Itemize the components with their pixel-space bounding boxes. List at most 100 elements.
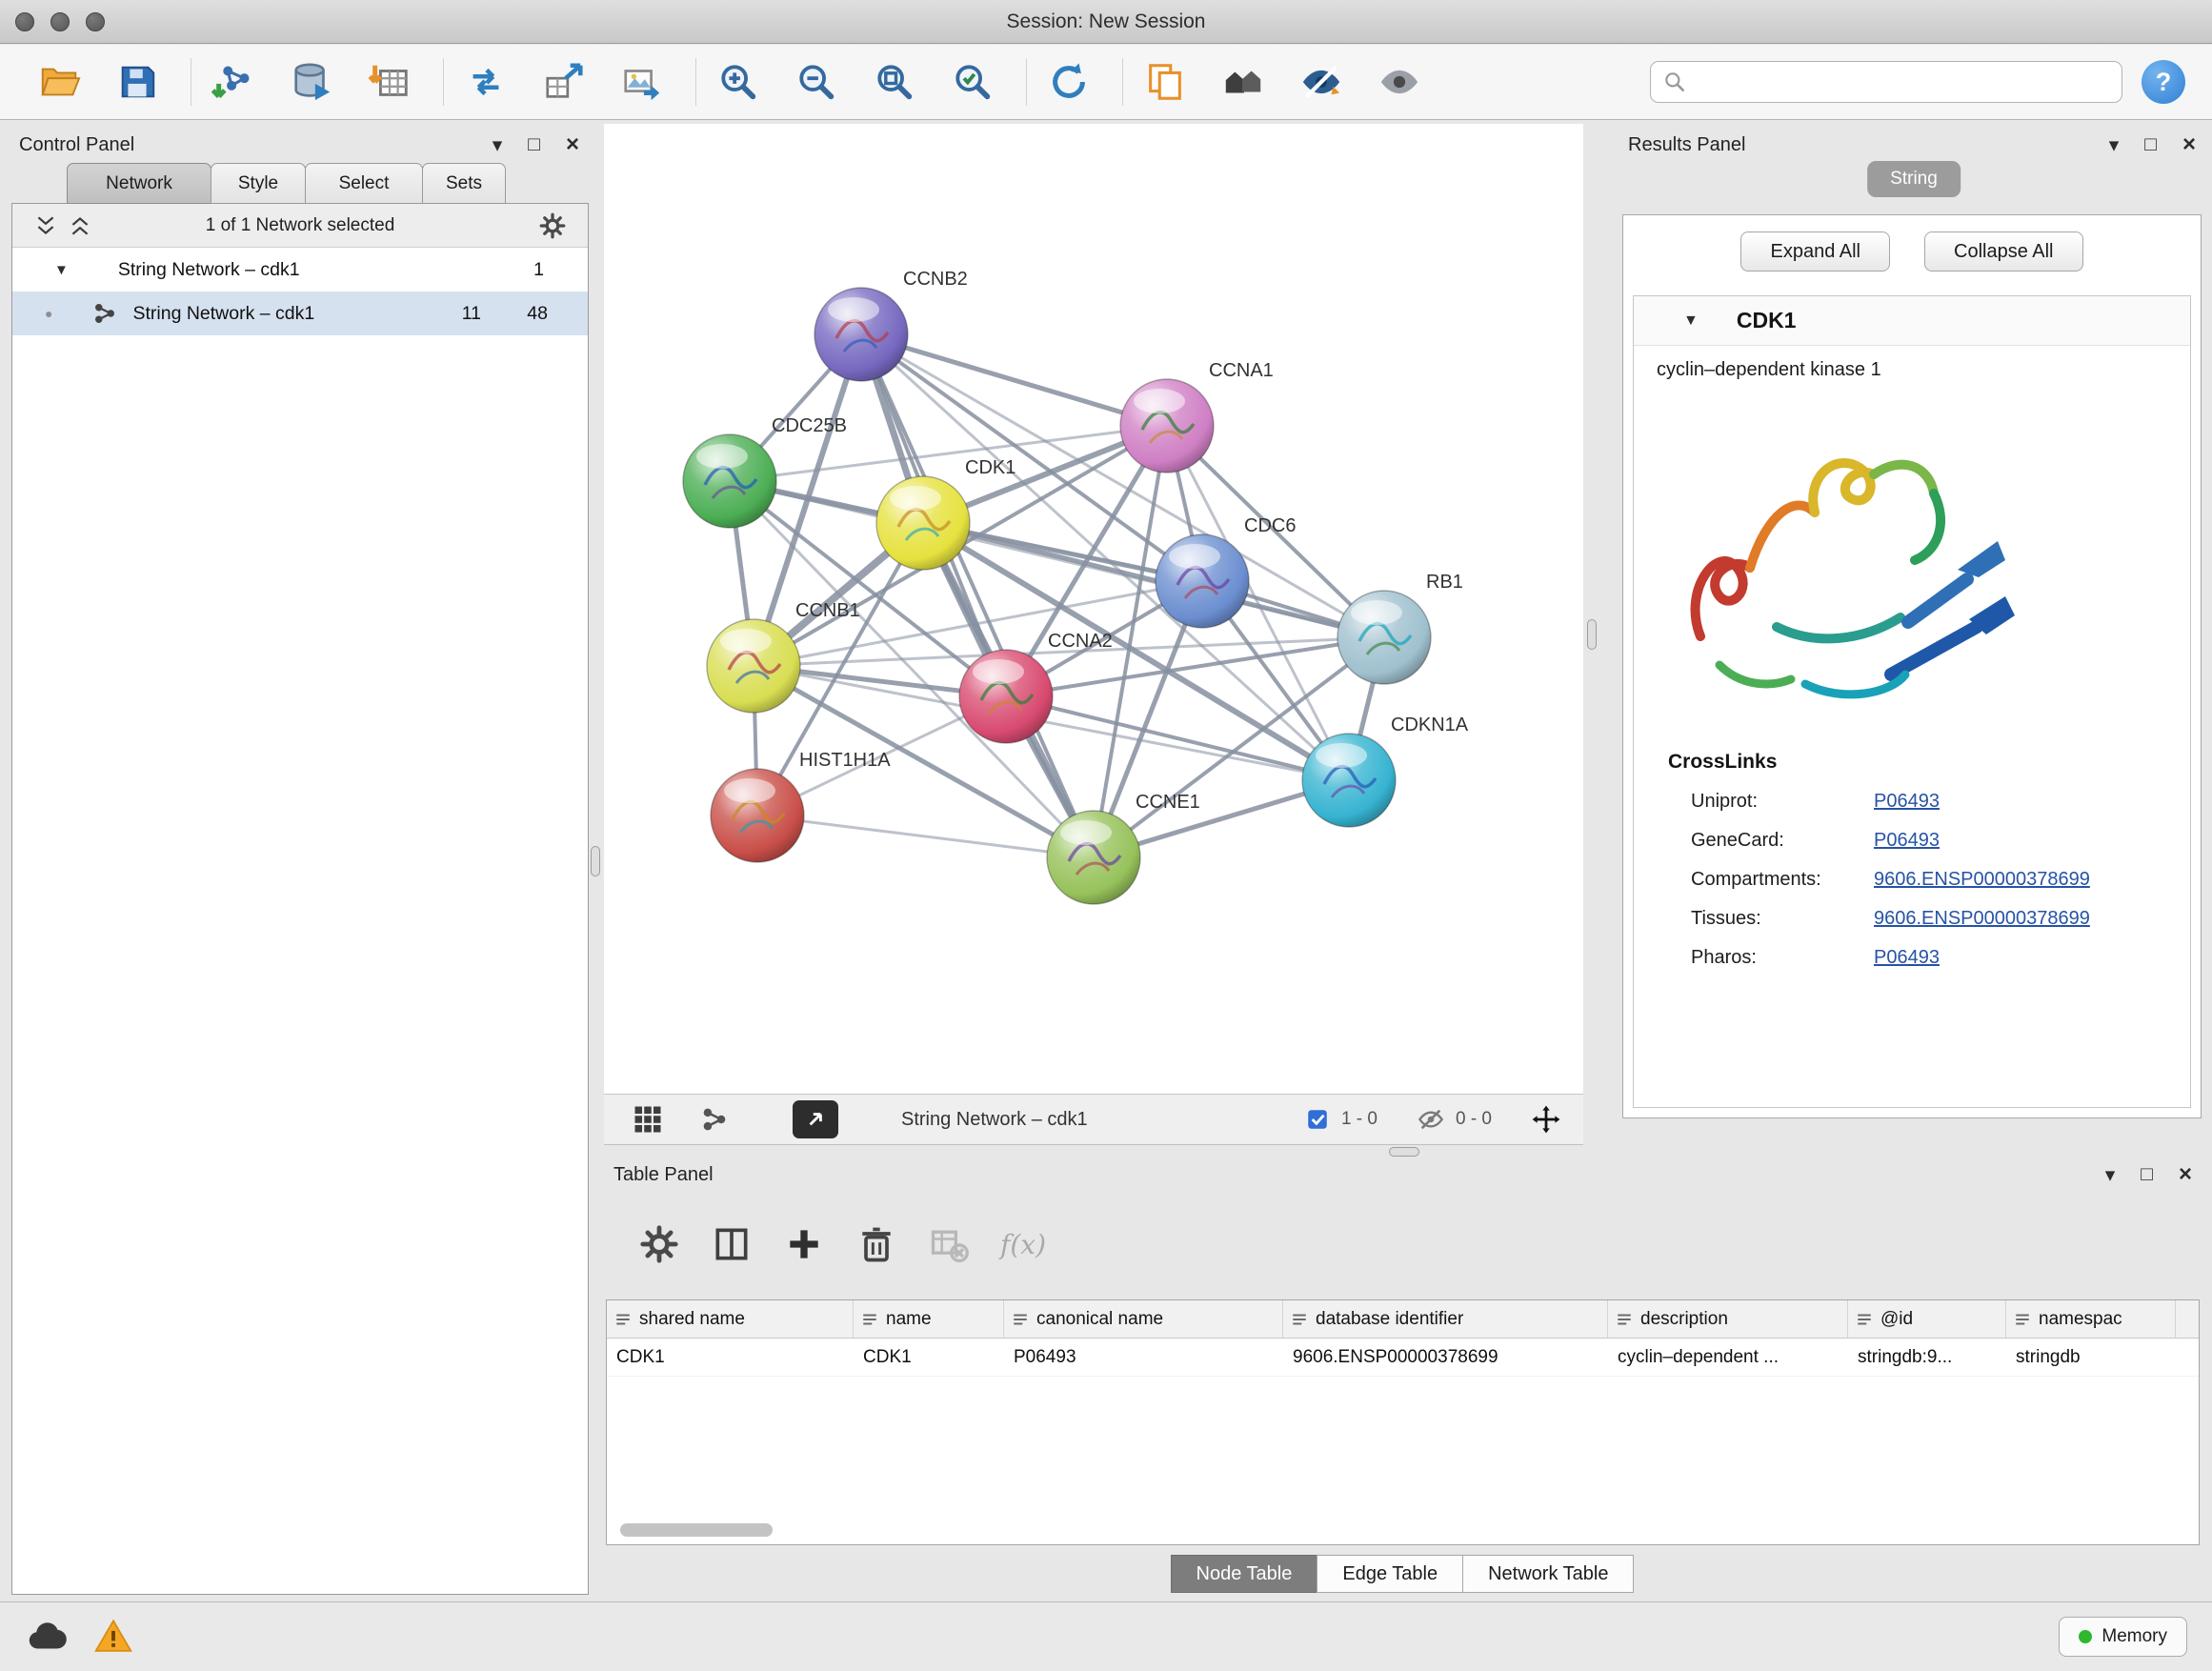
tab-network[interactable]: Network bbox=[67, 163, 211, 204]
add-column-plus-icon[interactable] bbox=[783, 1223, 825, 1265]
crosslink-link[interactable]: P06493 bbox=[1874, 791, 1940, 813]
tab-sets[interactable]: Sets bbox=[422, 163, 506, 204]
panel-close-icon[interactable]: × bbox=[2182, 131, 2196, 158]
warning-icon[interactable] bbox=[93, 1617, 133, 1657]
import-network-database-button[interactable] bbox=[285, 52, 338, 111]
tab-string[interactable]: String bbox=[1867, 161, 1961, 197]
horizontal-scrollbar-thumb[interactable] bbox=[620, 1523, 773, 1537]
panel-float-icon[interactable]: □ bbox=[528, 133, 540, 156]
details-expander-icon[interactable]: ▼ bbox=[1683, 312, 1699, 330]
hidden-counts: 0 - 0 bbox=[1456, 1109, 1492, 1130]
gear-icon[interactable] bbox=[538, 211, 567, 240]
network-merge-button[interactable] bbox=[459, 52, 513, 111]
network-overview-icon[interactable] bbox=[694, 1098, 735, 1140]
column-header-description[interactable]: description bbox=[1608, 1300, 1848, 1338]
panel-menu-icon[interactable]: ▾ bbox=[2105, 1163, 2116, 1187]
crosslink-link[interactable]: 9606.ENSP00000378699 bbox=[1874, 908, 2090, 930]
panel-float-icon[interactable]: □ bbox=[2144, 133, 2157, 156]
table-settings-gear-icon[interactable] bbox=[638, 1223, 680, 1265]
network-node-ccnb2[interactable] bbox=[814, 288, 908, 381]
column-header-namespac[interactable]: namespac bbox=[2006, 1300, 2176, 1338]
zoom-fit-button[interactable] bbox=[868, 52, 921, 111]
table-body: CDK1CDK1P064939606.ENSP00000378699cyclin… bbox=[607, 1339, 2199, 1377]
network-edge[interactable] bbox=[861, 334, 1167, 426]
panel-menu-icon[interactable]: ▾ bbox=[493, 133, 503, 157]
network-collection-row[interactable]: ▼ String Network – cdk1 1 bbox=[12, 248, 588, 292]
network-view-counters: 1 - 0 0 - 0 bbox=[1305, 1105, 1560, 1134]
column-header-canonical-name[interactable]: canonical name bbox=[1004, 1300, 1283, 1338]
collection-expander-icon[interactable]: ▼ bbox=[54, 262, 69, 278]
network-node-cdc6[interactable] bbox=[1156, 534, 1249, 628]
table-row[interactable]: CDK1CDK1P064939606.ENSP00000378699cyclin… bbox=[607, 1339, 2199, 1377]
crosslink-row: Compartments:9606.ENSP00000378699 bbox=[1691, 869, 2190, 891]
tab-network-table[interactable]: Network Table bbox=[1462, 1555, 1634, 1593]
crosslink-link[interactable]: 9606.ENSP00000378699 bbox=[1874, 869, 2090, 891]
panel-close-icon[interactable]: × bbox=[566, 131, 579, 158]
home-view-button[interactable] bbox=[1217, 52, 1270, 111]
right-splitter-handle[interactable] bbox=[1587, 619, 1597, 650]
show-graphics-button[interactable] bbox=[1373, 52, 1426, 111]
save-session-button[interactable] bbox=[111, 52, 164, 111]
open-session-button[interactable] bbox=[32, 52, 86, 111]
tab-style[interactable]: Style bbox=[211, 163, 306, 204]
panel-float-icon[interactable]: □ bbox=[2141, 1163, 2153, 1186]
panel-header-icons: ▾ □ × bbox=[2109, 127, 2196, 163]
cloud-icon[interactable] bbox=[25, 1615, 69, 1659]
selected-checkbox-icon[interactable] bbox=[1305, 1107, 1330, 1132]
delete-column-trash-icon[interactable] bbox=[855, 1223, 897, 1265]
copy-style-button[interactable] bbox=[1138, 52, 1192, 111]
crosslink-row: Pharos:P06493 bbox=[1691, 947, 2190, 969]
network-node-count: 11 bbox=[424, 303, 481, 325]
network-node-ccna2[interactable] bbox=[959, 650, 1053, 743]
network-node-cdc25b[interactable] bbox=[683, 434, 776, 528]
network-edge[interactable] bbox=[757, 815, 1094, 857]
node-label: HIST1H1A bbox=[799, 750, 891, 771]
import-table-button[interactable] bbox=[363, 52, 416, 111]
detach-view-button[interactable] bbox=[793, 1100, 838, 1138]
apply-layout-button[interactable] bbox=[1042, 52, 1096, 111]
zoom-in-button[interactable] bbox=[712, 52, 765, 111]
network-node-ccnb1[interactable] bbox=[707, 619, 800, 713]
tab-select[interactable]: Select bbox=[305, 163, 423, 204]
crosslink-link[interactable]: P06493 bbox=[1874, 830, 1940, 852]
memory-button[interactable]: Memory bbox=[2059, 1617, 2187, 1657]
network-node-cdkn1a[interactable] bbox=[1302, 734, 1396, 827]
import-network-file-button[interactable] bbox=[207, 52, 260, 111]
expand-all-button[interactable]: Expand All bbox=[1740, 232, 1890, 272]
zoom-out-button[interactable] bbox=[790, 52, 843, 111]
column-header-database-identifier[interactable]: database identifier bbox=[1283, 1300, 1608, 1338]
bottom-splitter-handle[interactable] bbox=[1389, 1147, 1419, 1157]
crosslink-link[interactable]: P06493 bbox=[1874, 947, 1940, 969]
hidden-eye-slash-icon[interactable] bbox=[1418, 1106, 1444, 1133]
help-button[interactable]: ? bbox=[2142, 60, 2185, 104]
network-canvas[interactable]: CCNB2CCNA1CDC25BCDK1CDC6RB1CCNB1CCNA2CDK… bbox=[604, 124, 1583, 1094]
node-details-header[interactable]: ▼ CDK1 bbox=[1634, 296, 2190, 346]
table-arrow-icon bbox=[542, 60, 586, 104]
panel-close-icon[interactable]: × bbox=[2179, 1161, 2192, 1188]
column-header-shared-name[interactable]: shared name bbox=[607, 1300, 854, 1338]
column-header-name[interactable]: name bbox=[854, 1300, 1004, 1338]
network-node-ccna1[interactable] bbox=[1120, 379, 1214, 473]
left-splitter-handle[interactable] bbox=[591, 846, 600, 876]
table-cell: CDK1 bbox=[607, 1339, 854, 1376]
tab-edge-table[interactable]: Edge Table bbox=[1317, 1555, 1463, 1593]
pan-crosshair-icon[interactable] bbox=[1532, 1105, 1560, 1134]
zoom-selected-button[interactable] bbox=[946, 52, 999, 111]
network-node-hist1h1a[interactable] bbox=[711, 769, 804, 862]
tab-node-table[interactable]: Node Table bbox=[1171, 1555, 1318, 1593]
network-node-ccne1[interactable] bbox=[1047, 811, 1140, 904]
panel-menu-icon[interactable]: ▾ bbox=[2109, 133, 2120, 157]
new-network-from-selection-button[interactable] bbox=[537, 52, 591, 111]
hide-selected-button[interactable] bbox=[1295, 52, 1348, 111]
network-node-cdk1[interactable] bbox=[876, 476, 970, 570]
network-row-selected[interactable]: ● String Network – cdk1 11 48 bbox=[12, 292, 588, 335]
collapse-all-button[interactable]: Collapse All bbox=[1924, 232, 2083, 272]
node-label: CCNB1 bbox=[795, 600, 860, 621]
export-image-button[interactable] bbox=[615, 52, 669, 111]
network-edge[interactable] bbox=[861, 334, 1094, 857]
network-node-rb1[interactable] bbox=[1337, 591, 1431, 684]
column-header--id[interactable]: @id bbox=[1848, 1300, 2006, 1338]
show-columns-icon[interactable] bbox=[711, 1223, 753, 1265]
birds-eye-view-icon[interactable] bbox=[627, 1098, 669, 1140]
search-input[interactable] bbox=[1695, 71, 2110, 92]
